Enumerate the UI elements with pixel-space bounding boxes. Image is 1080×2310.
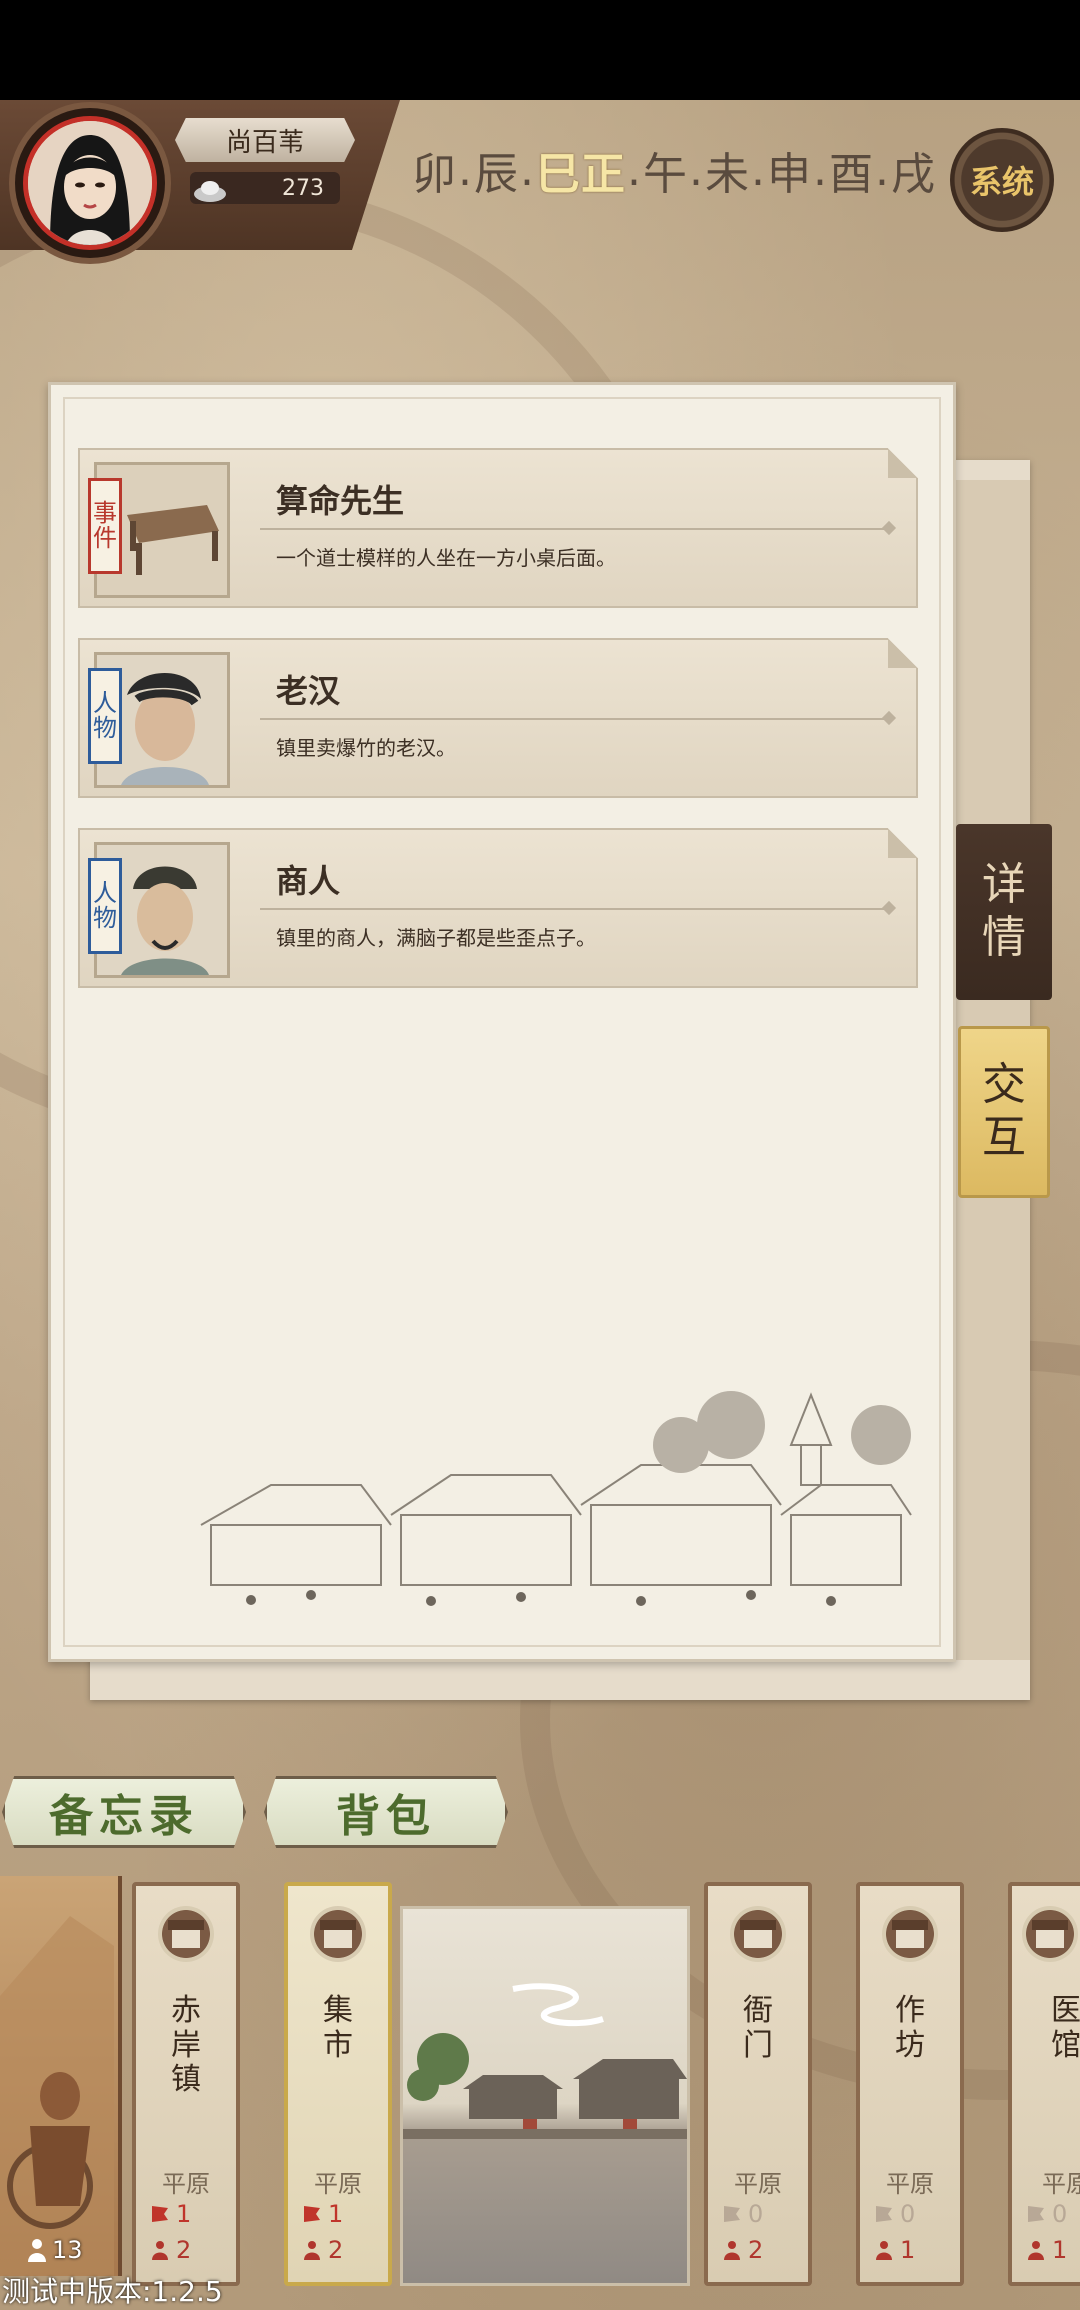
person-icon [1028, 2241, 1044, 2260]
player-portrait [28, 121, 152, 245]
time-slot: 酉 [829, 149, 874, 200]
status-bar [0, 0, 1080, 100]
location-events: 0 [874, 2200, 915, 2228]
location-people: 1 [874, 2236, 915, 2264]
event-flag-icon [1028, 2206, 1044, 2222]
entry-title: 算命先生 [276, 482, 405, 520]
location-events: 1 [150, 2200, 191, 2228]
tab-details[interactable]: 详情 [956, 824, 1052, 1000]
bag-button[interactable]: 背包 [264, 1776, 508, 1848]
tab-interact[interactable]: 交互 [958, 1026, 1050, 1198]
person-icon [152, 2241, 168, 2260]
memo-button[interactable]: 备忘录 [2, 1776, 246, 1848]
time-slot-active: 巳正 [536, 149, 626, 200]
system-button[interactable]: 系统 [950, 128, 1054, 232]
version-label: 测试中版本:1.2.5 [2, 2275, 223, 2308]
location-people: 2 [302, 2236, 343, 2264]
entry-description: 镇里卖爆竹的老汉。 [276, 736, 456, 760]
event-flag-icon [876, 2206, 892, 2222]
character-entry-merchant[interactable]: 人物 商人 镇里的商人，满脑子都是些歪点子。 [78, 828, 918, 988]
building-icon [730, 1906, 786, 1962]
avatar[interactable] [15, 108, 165, 258]
event-tag: 事件 [88, 478, 122, 574]
location-name: 集市 [323, 1993, 353, 2063]
location-events: 0 [1026, 2200, 1067, 2228]
location-name: 赤岸镇 [171, 1993, 201, 2097]
person-icon [304, 2241, 320, 2260]
location-people: 1 [1026, 2236, 1067, 2264]
location-events: 0 [722, 2200, 763, 2228]
silver-ingot-icon [194, 181, 226, 202]
person-icon [876, 2241, 892, 2260]
building-icon [158, 1906, 214, 1962]
building-icon [882, 1906, 938, 1962]
time-slot: 申 [767, 149, 812, 200]
location-people: 2 [722, 2236, 763, 2264]
entry-description: 镇里的商人，满脑子都是些歪点子。 [276, 926, 596, 950]
event-flag-icon [152, 2206, 168, 2222]
time-slot: 未 [705, 149, 750, 200]
character-card[interactable] [0, 1876, 122, 2276]
event-flag-icon [304, 2206, 320, 2222]
player-name: 尚百苇 [175, 118, 355, 162]
entry-title: 商人 [276, 862, 341, 900]
entry-description: 一个道士模样的人坐在一方小桌后面。 [276, 546, 616, 570]
location-terrain: 平原 [734, 2170, 782, 2198]
location-card-chi-an-town[interactable]: 赤岸镇 平原 1 2 [132, 1882, 240, 2286]
building-icon [310, 1906, 366, 1962]
location-card-clinic[interactable]: 医馆 平原 0 1 [1008, 1882, 1080, 2286]
location-card-workshop[interactable]: 作坊 平原 0 1 [856, 1882, 964, 2286]
location-terrain: 平原 [886, 2170, 934, 2198]
time-slot: 辰 [474, 149, 519, 200]
location-events: 1 [302, 2200, 343, 2228]
party-count: 13 [26, 2236, 83, 2264]
location-scene [400, 1906, 690, 2286]
event-entry-fortune-teller[interactable]: 事件 算命先生 一个道士模样的人坐在一方小桌后面。 [78, 448, 918, 608]
location-name: 作坊 [895, 1993, 925, 2063]
person-icon [28, 2239, 46, 2262]
location-card-market[interactable]: 集市 平原 1 2 [284, 1882, 392, 2286]
time-of-day-bar: 卯. 辰. 巳正. 午. 未. 申. 酉. 戌 [412, 140, 936, 201]
time-slot: 午 [643, 149, 688, 200]
character-entry-old-man[interactable]: 人物 老汉 镇里卖爆竹的老汉。 [78, 638, 918, 798]
person-icon [724, 2241, 740, 2260]
location-terrain: 平原 [1042, 2170, 1080, 2198]
building-icon [1022, 1906, 1078, 1962]
location-terrain: 平原 [314, 2170, 362, 2198]
event-flag-icon [724, 2206, 740, 2222]
location-name: 医馆 [1051, 1993, 1080, 2063]
location-card-yamen[interactable]: 衙门 平原 0 2 [704, 1882, 812, 2286]
town-illustration [200, 1391, 912, 1606]
character-tag: 人物 [88, 858, 122, 954]
location-name: 衙门 [743, 1993, 773, 2063]
location-people: 2 [150, 2236, 191, 2264]
character-tag: 人物 [88, 668, 122, 764]
time-slot: 戌 [891, 149, 936, 200]
time-slot: 卯 [412, 149, 457, 200]
location-terrain: 平原 [162, 2170, 210, 2198]
entry-title: 老汉 [276, 672, 341, 710]
